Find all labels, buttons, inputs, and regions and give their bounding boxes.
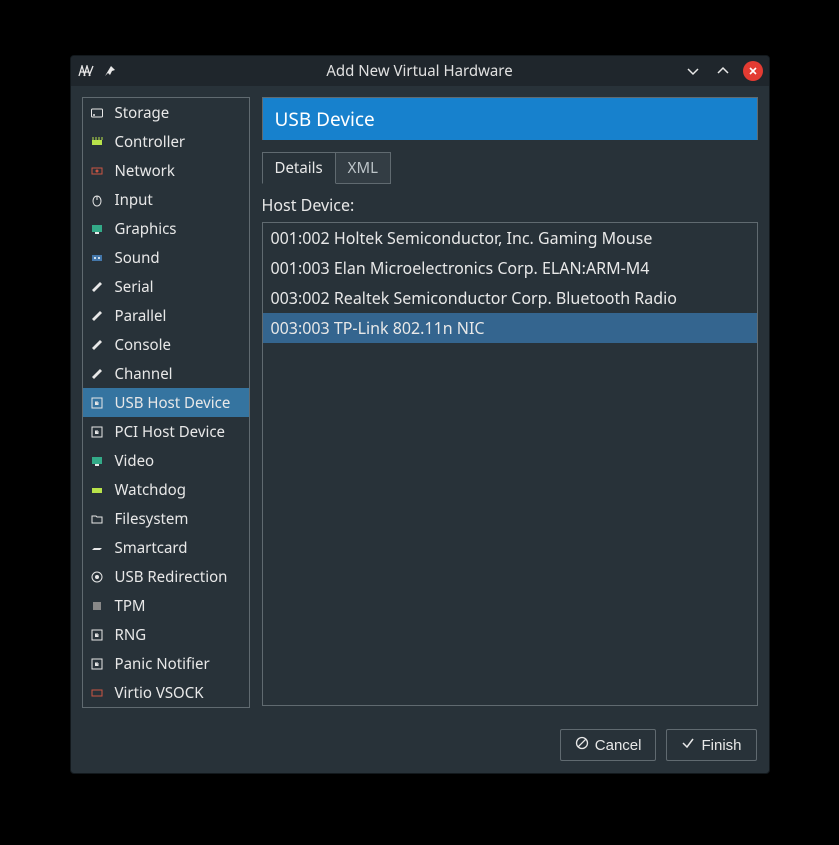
device-row[interactable]: 003:003 TP-Link 802.11n NIC [263, 313, 757, 343]
device-row[interactable]: 001:002 Holtek Semiconductor, Inc. Gamin… [263, 223, 757, 253]
video-icon [89, 453, 105, 469]
finish-label: Finish [701, 737, 741, 754]
window-title: Add New Virtual Hardware [71, 61, 769, 81]
cancel-icon [575, 736, 589, 754]
sidebar-item-console[interactable]: Console [83, 330, 249, 359]
smartcard-icon [89, 540, 105, 556]
sidebar-item-label: Storage [115, 103, 170, 123]
sidebar-item-label: Filesystem [115, 509, 189, 529]
usb-redir-icon [89, 569, 105, 585]
sidebar-item-tpm[interactable]: TPM [83, 591, 249, 620]
sidebar-item-filesystem[interactable]: Filesystem [83, 504, 249, 533]
sidebar-item-watchdog[interactable]: Watchdog [83, 475, 249, 504]
sidebar-item-label: Serial [115, 277, 154, 297]
sidebar-item-serial[interactable]: Serial [83, 272, 249, 301]
channel-icon [89, 366, 105, 382]
sidebar-item-usb-host[interactable]: USB Host Device [83, 388, 249, 417]
host-device-list[interactable]: 001:002 Holtek Semiconductor, Inc. Gamin… [262, 222, 758, 706]
tpm-icon [89, 598, 105, 614]
dialog-body: Storage Controller Network Input Graphics Sou… [71, 86, 769, 719]
input-icon [89, 192, 105, 208]
tab-details[interactable]: Details [262, 152, 336, 184]
sidebar-item-vsock[interactable]: Virtio VSOCK [83, 678, 249, 707]
sidebar-item-label: RNG [115, 625, 147, 645]
sidebar-item-label: Virtio VSOCK [115, 683, 204, 703]
filesystem-icon [89, 511, 105, 527]
parallel-icon [89, 308, 105, 324]
maximize-button[interactable] [713, 61, 733, 81]
tab-xml[interactable]: XML [335, 152, 391, 184]
sidebar-item-label: Parallel [115, 306, 167, 326]
app-icon [77, 62, 95, 80]
sidebar-item-channel[interactable]: Channel [83, 359, 249, 388]
dialog-footer: Cancel Finish [71, 719, 769, 773]
sidebar-item-label: Channel [115, 364, 173, 384]
sidebar-item-label: USB Host Device [115, 393, 231, 413]
tabs: Details XML [262, 152, 758, 184]
hardware-type-sidebar: Storage Controller Network Input Graphics Sou… [82, 97, 250, 708]
hardware-dialog: Add New Virtual Hardware Storage Controll… [70, 55, 770, 774]
sidebar-item-label: PCI Host Device [115, 422, 226, 442]
sidebar-item-label: Input [115, 190, 153, 210]
sidebar-item-storage[interactable]: Storage [83, 98, 249, 127]
sidebar-item-graphics[interactable]: Graphics [83, 214, 249, 243]
storage-icon [89, 105, 105, 121]
sidebar-item-label: Smartcard [115, 538, 188, 558]
watchdog-icon [89, 482, 105, 498]
vsock-icon [89, 685, 105, 701]
sidebar-item-input[interactable]: Input [83, 185, 249, 214]
sidebar-item-label: Watchdog [115, 480, 186, 500]
serial-icon [89, 279, 105, 295]
console-icon [89, 337, 105, 353]
sidebar-item-network[interactable]: Network [83, 156, 249, 185]
usb-host-icon [89, 395, 105, 411]
check-icon [681, 736, 695, 754]
sidebar-item-label: Graphics [115, 219, 177, 239]
sidebar-item-label: Video [115, 451, 155, 471]
sidebar-item-label: Controller [115, 132, 186, 152]
sidebar-item-usb-redir[interactable]: USB Redirection [83, 562, 249, 591]
sidebar-item-label: USB Redirection [115, 567, 228, 587]
device-row[interactable]: 003:002 Realtek Semiconductor Corp. Blue… [263, 283, 757, 313]
pin-icon[interactable] [101, 62, 119, 80]
sidebar-item-label: Sound [115, 248, 160, 268]
host-device-label: Host Device: [262, 194, 758, 216]
sidebar-item-controller[interactable]: Controller [83, 127, 249, 156]
sidebar-item-parallel[interactable]: Parallel [83, 301, 249, 330]
network-icon [89, 163, 105, 179]
device-row[interactable]: 001:003 Elan Microelectronics Corp. ELAN… [263, 253, 757, 283]
rng-icon [89, 627, 105, 643]
controller-icon [89, 134, 105, 150]
sidebar-item-label: Network [115, 161, 175, 181]
titlebar: Add New Virtual Hardware [71, 56, 769, 86]
sidebar-item-sound[interactable]: Sound [83, 243, 249, 272]
sidebar-item-label: TPM [115, 596, 146, 616]
sidebar-item-pci-host[interactable]: PCI Host Device [83, 417, 249, 446]
pci-host-icon [89, 424, 105, 440]
panic-icon [89, 656, 105, 672]
graphics-icon [89, 221, 105, 237]
main-panel: USB Device Details XML Host Device: 001:… [262, 97, 758, 708]
sidebar-item-smartcard[interactable]: Smartcard [83, 533, 249, 562]
sidebar-item-label: Panic Notifier [115, 654, 210, 674]
sidebar-item-video[interactable]: Video [83, 446, 249, 475]
panel-header: USB Device [262, 97, 758, 140]
sidebar-item-label: Console [115, 335, 171, 355]
minimize-button[interactable] [683, 61, 703, 81]
close-button[interactable] [743, 61, 763, 81]
sound-icon [89, 250, 105, 266]
cancel-label: Cancel [595, 737, 642, 754]
finish-button[interactable]: Finish [666, 729, 756, 761]
cancel-button[interactable]: Cancel [560, 729, 657, 761]
sidebar-item-rng[interactable]: RNG [83, 620, 249, 649]
sidebar-item-panic[interactable]: Panic Notifier [83, 649, 249, 678]
